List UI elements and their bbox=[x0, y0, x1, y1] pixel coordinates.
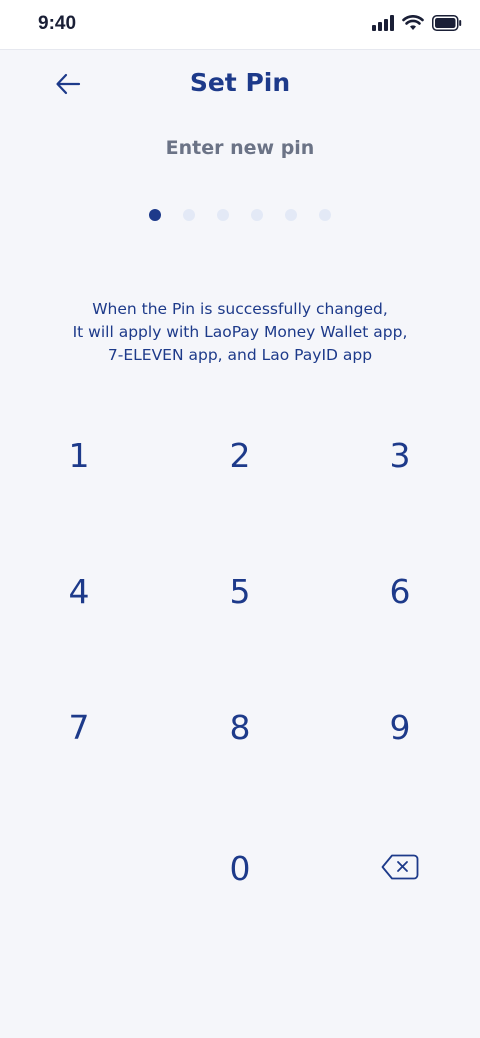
key-6[interactable]: 6 bbox=[340, 536, 460, 646]
pin-indicator bbox=[0, 209, 480, 221]
signal-icon bbox=[372, 15, 394, 35]
status-icons bbox=[372, 15, 462, 35]
key-8[interactable]: 8 bbox=[180, 672, 300, 782]
key-1[interactable]: 1 bbox=[19, 400, 139, 510]
info-line: 7-ELEVEN app, and Lao PayID app bbox=[107, 346, 373, 364]
pin-dot-empty bbox=[285, 209, 297, 221]
key-3[interactable]: 3 bbox=[340, 400, 460, 510]
key-9[interactable]: 9 bbox=[340, 672, 460, 782]
pin-prompt: Enter new pin bbox=[165, 137, 315, 159]
delete-button[interactable] bbox=[340, 813, 460, 923]
header: Set Pin bbox=[0, 50, 480, 120]
numeric-keypad: 1 2 3 4 5 6 7 8 9 0 bbox=[0, 400, 480, 940]
key-5[interactable]: 5 bbox=[180, 536, 300, 646]
status-time: 9:40 bbox=[38, 13, 77, 34]
pin-dot-empty bbox=[319, 209, 331, 221]
info-line: It will apply with LaoPay Money Wallet a… bbox=[72, 323, 408, 341]
key-0[interactable]: 0 bbox=[180, 813, 300, 923]
info-message: When the Pin is successfully changed, It… bbox=[40, 298, 440, 367]
battery-icon bbox=[432, 15, 462, 35]
status-bar: 9:40 bbox=[0, 0, 480, 50]
pin-dot-empty bbox=[183, 209, 195, 221]
pin-dot-empty bbox=[217, 209, 229, 221]
page-title: Set Pin bbox=[189, 68, 291, 97]
info-line: When the Pin is successfully changed, bbox=[92, 300, 388, 318]
pin-dot-empty bbox=[251, 209, 263, 221]
backspace-icon bbox=[381, 849, 419, 888]
wifi-icon bbox=[402, 15, 424, 35]
key-2[interactable]: 2 bbox=[180, 400, 300, 510]
key-4[interactable]: 4 bbox=[19, 536, 139, 646]
key-7[interactable]: 7 bbox=[19, 672, 139, 782]
pin-dot-filled bbox=[149, 209, 161, 221]
